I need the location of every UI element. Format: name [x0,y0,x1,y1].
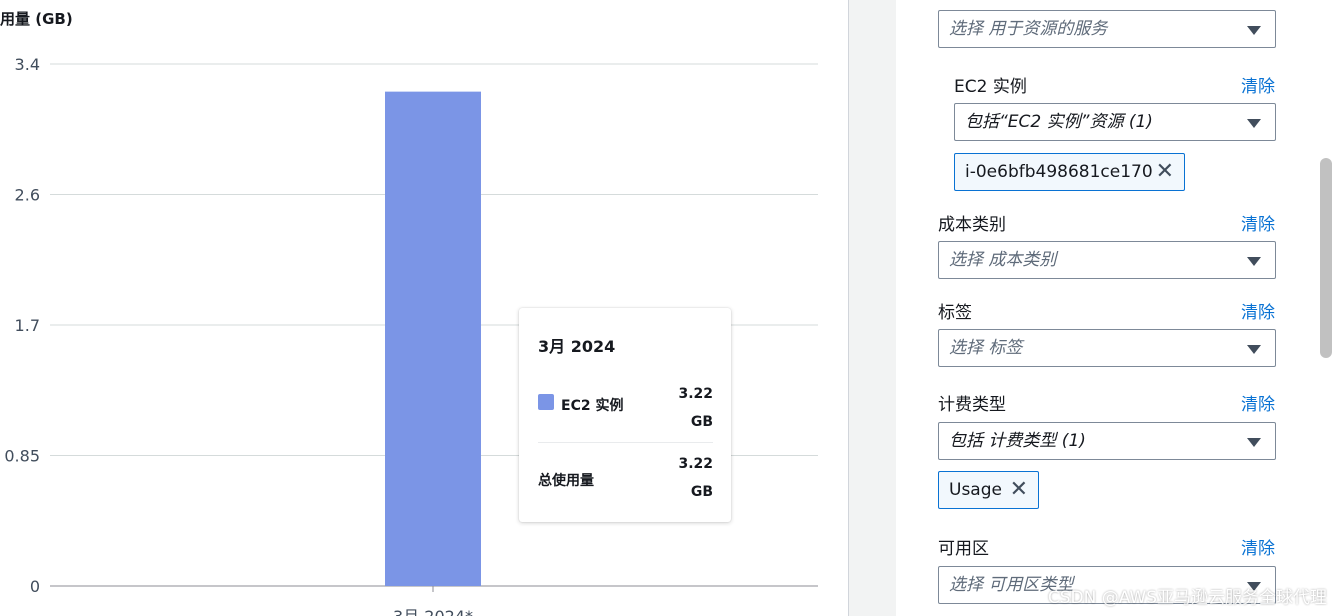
availability-zone-clear-link[interactable]: 清除 [1241,534,1275,559]
charge-type-select[interactable]: 包括 计费类型 (1) [938,422,1276,460]
cost-category-clear-link[interactable]: 清除 [1241,210,1275,235]
ec2-token-label: i-0e6bfb498681ce170 [965,162,1153,182]
service-select[interactable]: 选择 用于资源的服务 [938,10,1276,48]
y-tick-label: 0 [30,577,40,596]
ec2-select-value: 包括“EC2 实例”资源 (1) [965,112,1153,132]
y-tick-label: 0.85 [4,447,40,466]
chart-panel: 用量 (GB) 00.851.72.63.43月 2024* 3月 2024 E… [0,0,848,616]
close-icon[interactable]: ✕ [1156,154,1174,190]
service-select-placeholder: 选择 用于资源的服务 [949,19,1108,39]
x-tick-label: 3月 2024* [393,607,473,616]
cost-category-label: 成本类别 [938,215,1006,235]
availability-zone-label: 可用区 [938,539,989,559]
tooltip-series-label: EC2 实例 [561,398,624,414]
tooltip-series-swatch [538,394,554,410]
cost-category-placeholder: 选择 成本类别 [949,250,1057,270]
tags-select[interactable]: 选择 标签 [938,329,1276,367]
caret-down-icon [1247,438,1261,447]
tooltip-total-unit: GB [690,484,713,500]
ec2-select[interactable]: 包括“EC2 实例”资源 (1) [954,103,1276,141]
chart-tooltip: 3月 2024 EC2 实例 3.22 GB 总使用量 3.22 GB [519,308,731,522]
filter-panel: 选择 用于资源的服务 EC2 实例 清除 包括“EC2 实例”资源 (1) i-… [896,0,1326,616]
close-icon[interactable]: ✕ [1010,472,1028,508]
y-tick-label: 1.7 [15,316,40,335]
caret-down-icon [1247,345,1261,354]
ec2-filter-label: EC2 实例 [954,77,1027,97]
caret-down-icon [1247,257,1261,266]
tooltip-divider [538,442,713,443]
tags-label: 标签 [938,303,972,323]
panel-splitter[interactable] [848,0,897,616]
y-tick-label: 2.6 [15,186,40,205]
bar [385,91,481,587]
tooltip-total-label: 总使用量 [538,473,594,489]
charge-type-select-value: 包括 计费类型 (1) [949,431,1086,451]
ec2-token: i-0e6bfb498681ce170 ✕ [954,153,1185,191]
tooltip-series-number: 3.22 [678,386,713,402]
tags-clear-link[interactable]: 清除 [1241,298,1275,323]
charge-type-label: 计费类型 [938,395,1006,415]
tooltip-total-value: 3.22 GB [653,450,713,506]
ec2-clear-link[interactable]: 清除 [1241,72,1275,97]
tooltip-series-value: 3.22 GB [653,380,713,436]
tooltip-series-unit: GB [690,414,713,430]
scrollbar-thumb[interactable] [1320,158,1332,358]
caret-down-icon [1247,26,1261,35]
charge-type-clear-link[interactable]: 清除 [1241,390,1275,415]
cost-category-select[interactable]: 选择 成本类别 [938,241,1276,279]
tooltip-title: 3月 2024 [538,337,616,356]
charge-type-token-label: Usage [949,480,1002,500]
charge-type-token: Usage ✕ [938,471,1039,509]
tooltip-total-number: 3.22 [678,456,713,472]
tags-placeholder: 选择 标签 [949,338,1023,358]
caret-down-icon [1247,119,1261,128]
y-tick-label: 3.4 [15,55,40,74]
watermark: CSDN @AWS亚马逊云服务全球代理 [1047,588,1327,608]
